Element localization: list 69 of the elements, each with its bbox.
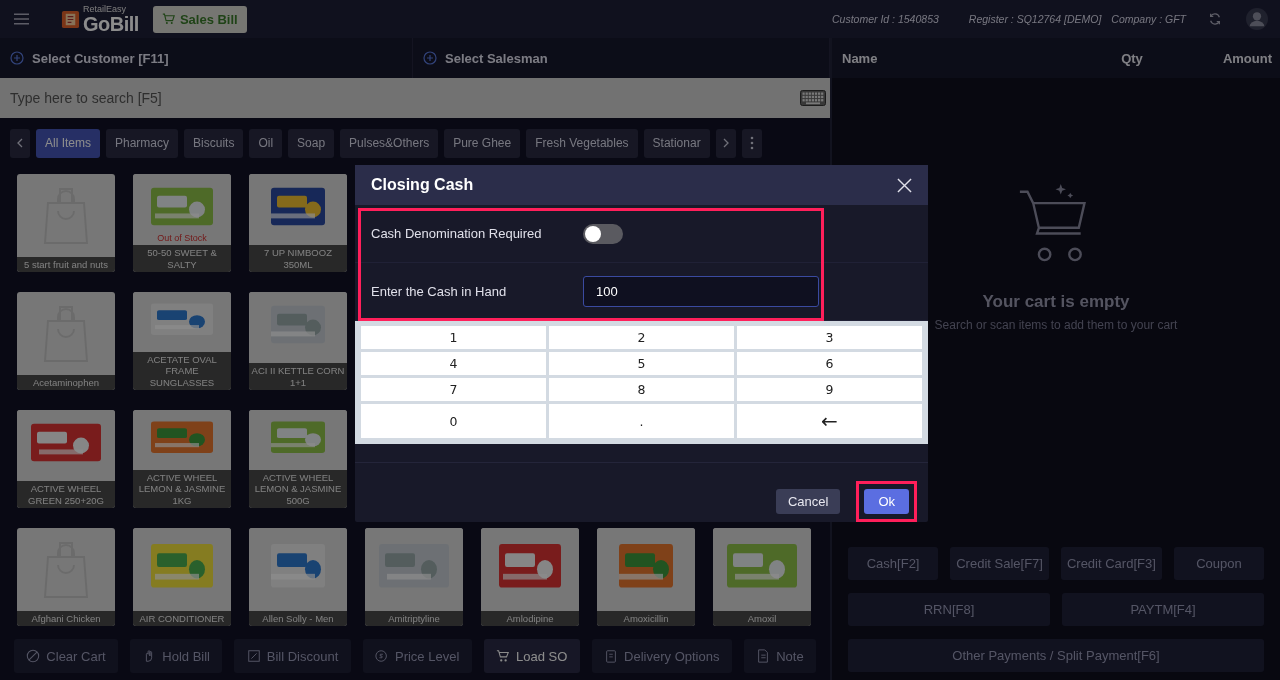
category-tab[interactable]: Stationar: [643, 128, 710, 158]
product-name: ACETATE OVAL FRAME SUNGLASSES: [133, 351, 231, 390]
company-text: Company : GFT: [1111, 13, 1186, 25]
empty-cart-hint: Search or scan items to add them to your cart: [934, 318, 1178, 332]
product-name: Acetaminophen: [17, 374, 115, 390]
category-tab[interactable]: All Items: [36, 128, 100, 158]
field-label: Cash Denomination Required: [371, 226, 543, 241]
select-salesman-button[interactable]: Select Salesman: [413, 38, 830, 78]
product-name: 7 UP NIMBOOZ 350ML: [249, 245, 347, 272]
keypad-key[interactable]: 7: [361, 378, 546, 401]
search-field[interactable]: Type here to search [F5]: [0, 78, 830, 118]
category-tab[interactable]: Soap: [288, 128, 335, 158]
keypad-key[interactable]: 5: [549, 352, 734, 375]
product-name: Afghani Chicken: [17, 610, 115, 626]
product-name: ACTIVE WHEEL LEMON & JASMINE 1KG: [133, 469, 231, 508]
cash-in-hand-field[interactable]: 100: [583, 276, 819, 307]
product-card[interactable]: ACTIVE WHEEL LEMON & JASMINE 500G: [249, 410, 347, 508]
out-of-stock-label: Out of Stock: [156, 233, 208, 243]
brand-name: GoBill: [83, 13, 139, 34]
product-card[interactable]: 7 UP NIMBOOZ 350ML: [249, 174, 347, 272]
keypad-key[interactable]: 9: [737, 378, 922, 401]
category-tab[interactable]: Oil: [249, 128, 283, 158]
register-text: Register : SQ12764 [DEMO]: [968, 13, 1102, 25]
category-tab[interactable]: Pharmacy: [106, 128, 179, 158]
product-name: ACTIVE WHEEL LEMON & JASMINE 500G: [249, 469, 347, 508]
column-header: Name: [842, 50, 879, 66]
keypad-key[interactable]: .: [549, 404, 734, 438]
category-tab[interactable]: Pulses&Others: [340, 128, 439, 158]
category-tab[interactable]: Fresh Vegetables: [526, 128, 638, 158]
empty-cart-title: Your cart is empty: [982, 292, 1130, 312]
category-tab[interactable]: Pure Ghee: [444, 128, 521, 158]
product-card[interactable]: 5 start fruit and nuts: [17, 174, 115, 272]
keypad-key[interactable]: 2: [549, 326, 734, 349]
keypad-key[interactable]: ←: [737, 404, 922, 438]
product-name: 50-50 SWEET & SALTY: [133, 245, 231, 272]
product-name: 5 start fruit and nuts: [17, 256, 115, 272]
keypad-key[interactable]: 8: [549, 378, 734, 401]
product-card[interactable]: ACTIVE WHEEL GREEN 250+20G: [17, 410, 115, 508]
product-card[interactable]: ACETATE OVAL FRAME SUNGLASSES: [133, 292, 231, 390]
product-card[interactable]: Amoxicillin: [597, 528, 695, 626]
keypad-key[interactable]: 6: [737, 352, 922, 375]
keypad-key[interactable]: 3: [737, 326, 922, 349]
sales-bill-button[interactable]: Sales Bill: [152, 5, 247, 33]
column-header: Amount: [1221, 50, 1272, 66]
product-card[interactable]: ACTIVE WHEEL LEMON & JASMINE 1KG: [133, 410, 231, 508]
product-card[interactable]: Allen Solly - Men: [249, 528, 347, 626]
brand-tagline: RetailEasy: [83, 4, 128, 14]
cancel-button[interactable]: Cancel: [775, 489, 841, 514]
product-card[interactable]: Amitriptyline: [365, 528, 463, 626]
column-header: Qty: [1120, 50, 1144, 66]
product-card[interactable]: AIR CONDITIONER: [133, 528, 231, 626]
field-label: Enter the Cash in Hand: [371, 284, 508, 299]
keypad-key[interactable]: 1: [361, 326, 546, 349]
product-card[interactable]: Amlodipine: [481, 528, 579, 626]
dialog-title: Closing Cash: [371, 176, 474, 194]
product-name: ACI II KETTLE CORN 1+1: [249, 363, 347, 390]
product-card[interactable]: ACI II KETTLE CORN 1+1: [249, 292, 347, 390]
keypad-key[interactable]: 4: [361, 352, 546, 375]
keypad-key[interactable]: 0: [361, 404, 546, 438]
product-card[interactable]: Amoxil: [713, 528, 811, 626]
ok-button[interactable]: Ok: [864, 489, 909, 514]
action-button[interactable]: Load SO: [483, 639, 580, 673]
category-tab[interactable]: Biscuits: [184, 128, 244, 158]
select-customer-button[interactable]: Select Customer [F11]: [0, 38, 413, 78]
product-card[interactable]: Afghani Chicken: [17, 528, 115, 626]
product-name: ACTIVE WHEEL GREEN 250+20G: [17, 481, 115, 508]
product-card[interactable]: Acetaminophen: [17, 292, 115, 390]
customer-id-text: Customer Id : 1540853: [832, 13, 939, 25]
product-card[interactable]: Out of Stock 50-50 SWEET & SALTY: [133, 174, 231, 272]
